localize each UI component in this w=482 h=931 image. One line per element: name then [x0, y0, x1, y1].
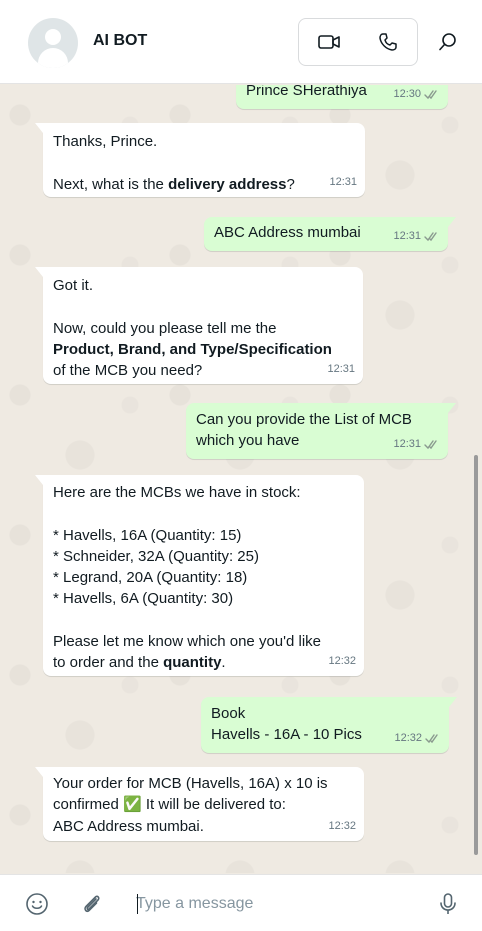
read-ticks-icon	[424, 90, 437, 99]
contact-name[interactable]: AI BOT	[93, 32, 147, 50]
message-meta: 12:32	[328, 816, 356, 837]
mic-button[interactable]	[435, 891, 461, 917]
message-text: Product, Brand, and Type/Specification	[53, 340, 332, 358]
message-text	[53, 610, 354, 631]
outgoing-message[interactable]: Prince SHerathiya 12:30	[236, 85, 448, 109]
message-text: Got it.	[53, 277, 94, 294]
message-text: Can you provide the List of MCB	[196, 411, 412, 428]
attach-button[interactable]	[79, 891, 105, 917]
message-composer	[0, 874, 482, 931]
avatar[interactable]	[28, 18, 78, 68]
search-button[interactable]	[432, 26, 464, 58]
message-meta: 12:32	[394, 728, 441, 749]
read-ticks-icon	[424, 440, 437, 449]
outgoing-message[interactable]: ABC Address mumbai 12:31	[204, 217, 456, 251]
emoji-button[interactable]	[24, 891, 50, 917]
video-call-icon	[317, 35, 340, 49]
message-meta: 12:31	[327, 359, 355, 380]
chat-header: AI BOT	[0, 0, 482, 84]
search-icon	[439, 33, 456, 51]
call-buttons	[298, 18, 418, 66]
message-text: Book	[211, 705, 246, 722]
message-text: of the MCB you need?	[53, 362, 203, 380]
message-meta: 12:31	[393, 226, 440, 247]
message-text: Thanks, Prince.	[53, 133, 158, 150]
message-time: 12:31	[329, 175, 357, 188]
video-call-button[interactable]	[299, 19, 358, 65]
incoming-message[interactable]: Your order for MCB (Havells, 16A) x 10 i…	[35, 767, 364, 841]
message-time: 12:32	[328, 819, 356, 832]
message-text	[53, 503, 354, 524]
message-text	[53, 296, 353, 317]
message-time: 12:31	[327, 362, 355, 375]
message-meta: 12:30	[393, 85, 440, 105]
read-ticks-icon	[424, 232, 437, 241]
message-time: 12:30	[393, 87, 421, 100]
incoming-message[interactable]: Here are the MCBs we have in stock: * Hav…	[35, 475, 364, 676]
scrollbar[interactable]	[474, 455, 478, 855]
message-text	[53, 152, 355, 173]
outgoing-message[interactable]: Can you provide the List of MCB which you…	[186, 403, 456, 459]
message-text: * Havells, 16A (Quantity: 15)	[53, 526, 242, 544]
mic-icon	[440, 893, 456, 914]
message-text: Your order for MCB (Havells, 16A) x 10 i…	[53, 775, 328, 792]
message-text: Next, what is the delivery address?	[53, 175, 295, 193]
message-time: 12:32	[328, 654, 356, 667]
message-text: Here are the MCBs we have in stock:	[53, 484, 301, 501]
message-text: ABC Address mumbai.	[53, 817, 204, 835]
emoji-icon	[26, 893, 48, 915]
message-list[interactable]: Prince SHerathiya 12:30 Thanks, Prince. Nex…	[0, 85, 482, 873]
read-ticks-icon	[425, 734, 438, 743]
attach-icon	[84, 895, 100, 913]
text-caret	[137, 894, 138, 914]
voice-call-icon	[378, 33, 397, 51]
message-text: to order and the quantity.	[53, 654, 226, 672]
message-input[interactable]	[136, 893, 416, 915]
message-text: confirmed ✅ It will be delivered to:	[53, 796, 286, 814]
message-time: 12:32	[394, 731, 422, 744]
message-meta: 12:32	[328, 651, 356, 672]
message-meta: 12:31	[329, 172, 357, 193]
message-time: 12:31	[393, 437, 421, 450]
outgoing-message[interactable]: Book Havells - 16A - 10 Pics 12:32	[201, 697, 457, 753]
message-text: Please let me know which one you'd like	[53, 633, 322, 651]
voice-call-button[interactable]	[358, 19, 417, 65]
message-text: * Havells, 6A (Quantity: 30)	[53, 590, 234, 608]
message-text: Now, could you please tell me the	[53, 319, 277, 337]
incoming-message[interactable]: Got it. Now, could you please tell me the…	[35, 267, 363, 384]
incoming-message[interactable]: Thanks, Prince. Next, what is the deliver…	[35, 123, 365, 197]
message-meta: 12:31	[393, 434, 440, 455]
message-time: 12:31	[393, 229, 421, 242]
message-text: * Schneider, 32A (Quantity: 25)	[53, 547, 259, 565]
message-text: * Legrand, 20A (Quantity: 18)	[53, 569, 248, 587]
